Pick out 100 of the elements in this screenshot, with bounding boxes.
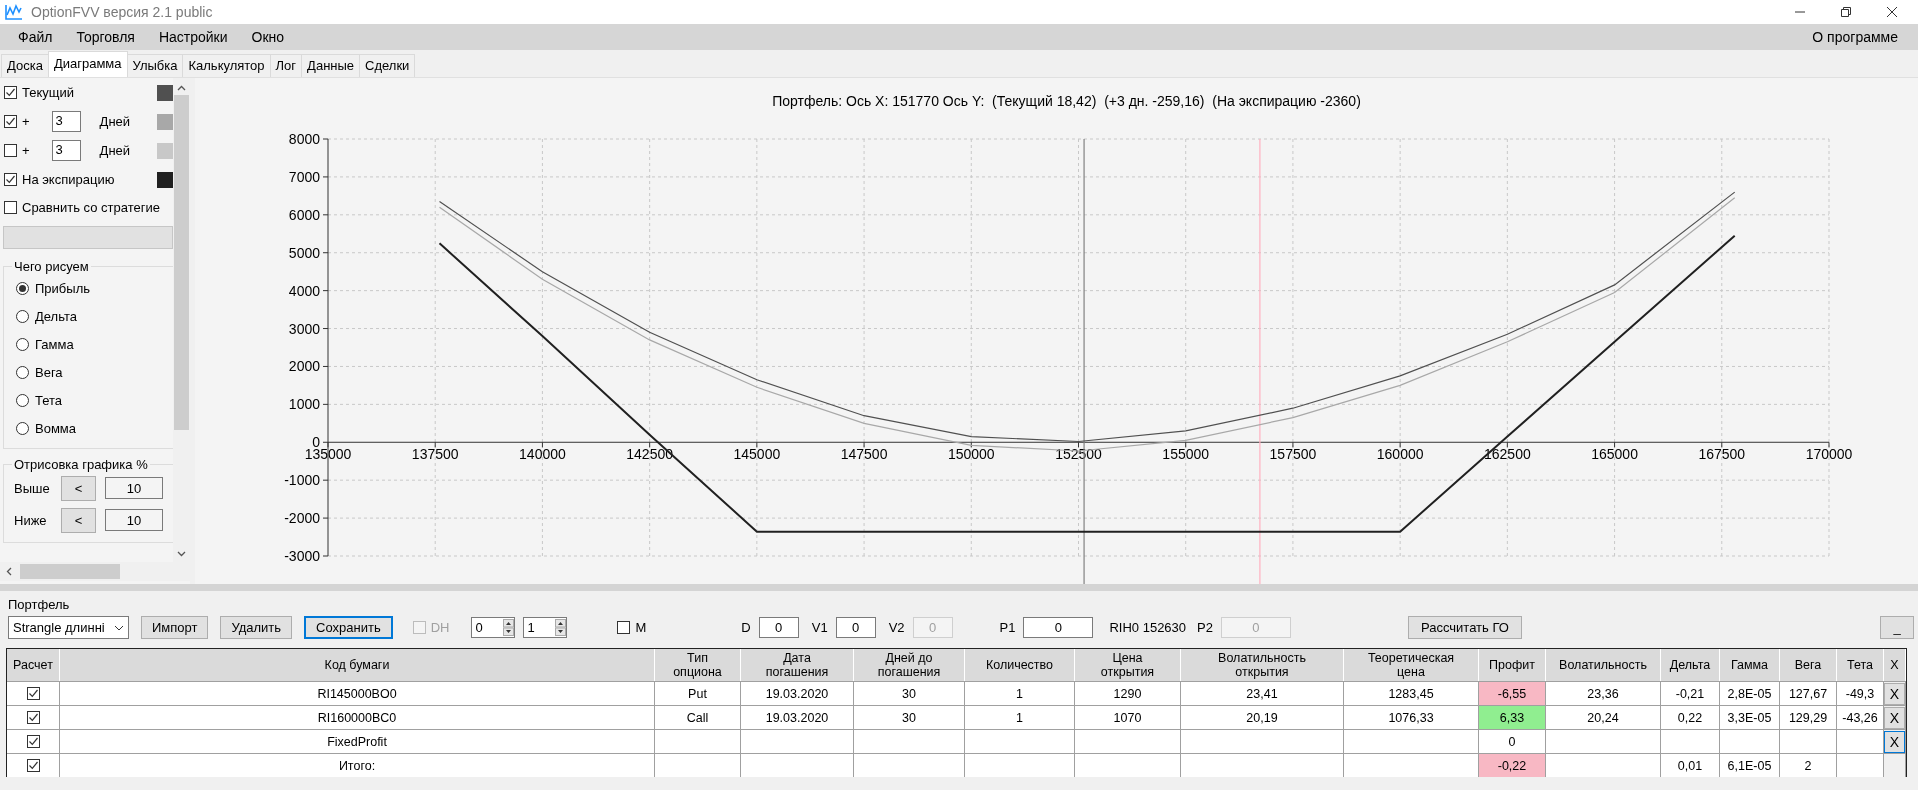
percent-field[interactable]: 10 bbox=[105, 509, 163, 531]
radio-label: Дельта bbox=[35, 308, 77, 324]
checkbox[interactable] bbox=[26, 759, 40, 772]
table-cell: 20,19 bbox=[1181, 705, 1344, 729]
field-label: P1 bbox=[999, 620, 1016, 635]
radio-button[interactable] bbox=[16, 365, 29, 379]
table-cell: -6,55 bbox=[1479, 681, 1546, 705]
input-field[interactable]: 0 bbox=[758, 617, 799, 638]
table-cell: 1283,45 bbox=[1344, 681, 1479, 705]
chart-title: Портфель: Ось X: 151770 Ось Y: (Текущий 18,42) (+3 дн. -259,16) (На экспирацию -2360) bbox=[771, 92, 1362, 111]
spinner-arrows-icon bbox=[503, 619, 515, 636]
axis-label: 135000 bbox=[304, 446, 352, 463]
input-field[interactable]: 0 bbox=[1023, 617, 1094, 638]
scroll-left-icon[interactable] bbox=[6, 567, 12, 576]
toolbar-button[interactable]: Удалить bbox=[220, 616, 293, 639]
restore-icon[interactable] bbox=[1840, 6, 1852, 18]
scroll-thumb[interactable] bbox=[20, 564, 120, 579]
table-cell: -43,26 bbox=[1837, 705, 1884, 729]
tab[interactable]: Доска bbox=[1, 54, 49, 77]
checkbox[interactable] bbox=[26, 711, 40, 724]
column-header[interactable]: Тета bbox=[1837, 649, 1884, 681]
column-header[interactable]: Тип опциона bbox=[655, 649, 741, 681]
calc-button[interactable]: Рассчитать ГО bbox=[1407, 616, 1522, 639]
axis-label: 142500 bbox=[626, 446, 673, 463]
axis-label: 170000 bbox=[1805, 446, 1853, 463]
minimize-button[interactable]: _ bbox=[1880, 616, 1914, 639]
checkbox[interactable] bbox=[617, 621, 631, 634]
tab[interactable]: Диаграмма bbox=[47, 51, 128, 77]
column-header[interactable]: Дата погашения bbox=[741, 649, 854, 681]
column-header[interactable]: Волатильность bbox=[1546, 649, 1661, 681]
step-button[interactable]: < bbox=[61, 507, 96, 533]
column-header[interactable]: Код бумаги bbox=[60, 649, 655, 681]
axis-label: 140000 bbox=[519, 446, 566, 463]
column-header[interactable]: Теоретическая цена bbox=[1344, 649, 1479, 681]
menu-item[interactable]: Торговля bbox=[64, 29, 147, 45]
column-header[interactable]: Цена открытия bbox=[1075, 649, 1181, 681]
checkbox[interactable] bbox=[4, 144, 17, 157]
delete-button[interactable]: X bbox=[1884, 706, 1905, 729]
radio-button[interactable] bbox=[16, 421, 29, 435]
delete-button[interactable]: X bbox=[1884, 682, 1905, 705]
strategy-dropdown[interactable]: Strangle длинні bbox=[8, 616, 129, 639]
column-header[interactable]: Дельта bbox=[1661, 649, 1720, 681]
menu-item[interactable]: Файл bbox=[6, 29, 65, 45]
axis-label: 5000 bbox=[288, 244, 320, 261]
column-header[interactable]: Профит bbox=[1479, 649, 1546, 681]
color-swatch[interactable] bbox=[157, 113, 173, 130]
price-label: RIH0 152630 bbox=[1109, 620, 1187, 635]
menu-item[interactable]: Окно bbox=[239, 29, 297, 45]
checkbox[interactable] bbox=[4, 115, 17, 128]
tab[interactable]: Сделки bbox=[359, 54, 416, 77]
column-header[interactable]: Волатильность открытия bbox=[1181, 649, 1344, 681]
column-header[interactable]: Вега bbox=[1780, 649, 1837, 681]
radio-button[interactable] bbox=[16, 393, 29, 407]
scrollbar[interactable] bbox=[173, 78, 190, 562]
scrollbar[interactable] bbox=[0, 562, 190, 581]
field-label: Ниже bbox=[14, 512, 47, 528]
scroll-up-icon[interactable] bbox=[177, 85, 186, 91]
radio-button[interactable] bbox=[16, 337, 29, 351]
column-header[interactable]: Расчет bbox=[7, 649, 60, 681]
table-cell: 6,33 bbox=[1479, 705, 1546, 729]
delete-button[interactable]: X bbox=[1884, 730, 1905, 753]
checkbox-label: Текущий bbox=[22, 85, 74, 100]
scroll-down-icon[interactable] bbox=[177, 551, 186, 557]
toolbar-button[interactable]: Импорт bbox=[141, 616, 209, 639]
color-swatch[interactable] bbox=[157, 142, 173, 159]
table-cell bbox=[1720, 729, 1780, 753]
menu-item[interactable]: Настройки bbox=[146, 29, 240, 45]
percent-field[interactable]: 10 bbox=[105, 477, 163, 499]
column-header[interactable]: Количество bbox=[965, 649, 1075, 681]
column-header[interactable]: Гамма bbox=[1720, 649, 1780, 681]
radio-button[interactable] bbox=[16, 281, 29, 295]
checkbox[interactable] bbox=[4, 173, 17, 186]
radio-label: Вомма bbox=[35, 420, 76, 436]
scroll-thumb[interactable] bbox=[174, 95, 189, 430]
table-cell: 1076,33 bbox=[1344, 705, 1479, 729]
step-button[interactable]: < bbox=[61, 475, 96, 501]
checkbox[interactable] bbox=[4, 86, 17, 99]
close-icon[interactable] bbox=[1886, 6, 1898, 18]
radio-button[interactable] bbox=[16, 309, 29, 323]
axis-label: -3000 bbox=[284, 548, 320, 564]
field-label: V1 bbox=[811, 620, 828, 635]
table-cell: 19.03.2020 bbox=[741, 705, 854, 729]
column-header[interactable]: X bbox=[1884, 649, 1906, 681]
checkbox[interactable] bbox=[26, 735, 40, 748]
days-field[interactable]: 3 bbox=[51, 140, 81, 161]
days-field[interactable]: 3 bbox=[51, 111, 81, 132]
checkbox[interactable] bbox=[4, 200, 17, 214]
spin-field[interactable]: 1 bbox=[523, 617, 568, 638]
table-cell: -49,3 bbox=[1837, 681, 1884, 705]
color-swatch[interactable] bbox=[157, 84, 173, 101]
toolbar-button[interactable]: Сохранить bbox=[304, 616, 393, 639]
table-cell: RI145000BO0 bbox=[60, 681, 655, 705]
axis-label: 4000 bbox=[288, 282, 320, 299]
checkbox[interactable] bbox=[26, 687, 40, 700]
column-header[interactable]: Дней до погашения bbox=[854, 649, 965, 681]
menu-item[interactable]: О программе bbox=[1800, 29, 1910, 45]
input-field[interactable]: 0 bbox=[835, 617, 876, 638]
spin-field[interactable]: 0 bbox=[471, 617, 516, 638]
color-swatch[interactable] bbox=[157, 171, 173, 188]
table-cell: -0,21 bbox=[1661, 681, 1720, 705]
